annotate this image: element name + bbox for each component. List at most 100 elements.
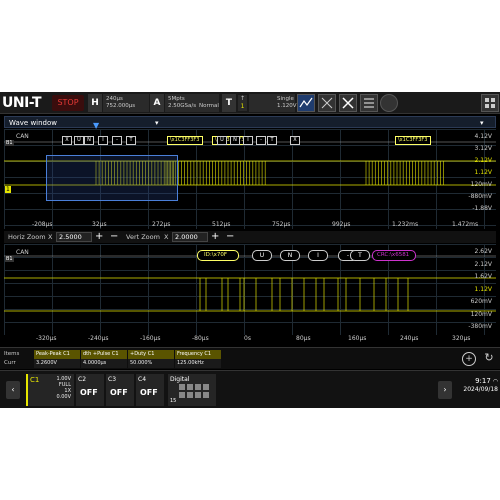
measurement-name: Frequency C1 [175, 350, 221, 359]
bus-char-frame: U [217, 136, 227, 145]
time-tick-label: 992µs [332, 221, 351, 228]
horiz-zoom-plus-button[interactable]: + [95, 231, 103, 243]
timebase-button[interactable]: H [88, 94, 102, 112]
acquire-button[interactable]: A [150, 94, 164, 112]
zoom-char-frame: T [350, 250, 370, 261]
clock-date: 2024/09/18 [463, 386, 498, 393]
channel-c2-box[interactable]: C2 OFF [76, 374, 104, 406]
zoom-volt-tick-label: 120mV [470, 310, 492, 318]
refresh-icon[interactable]: ↻ [482, 352, 496, 366]
zoom-region-box[interactable] [46, 155, 178, 201]
zoom-time-tick-label: -320µs [36, 335, 57, 342]
vert-zoom-minus-button[interactable]: − [226, 231, 234, 243]
measurement-value: 4.0000µs [81, 359, 127, 368]
digital-cell [195, 384, 201, 390]
bus-packet-label: \x1C3FF3F3 [167, 136, 203, 145]
digital-cell [179, 392, 185, 398]
cursor-tool-icon[interactable] [318, 94, 336, 112]
measurement-item[interactable]: Frequency C1 125.00kHz [175, 350, 221, 368]
zoom-time-tick-label: -240µs [88, 335, 109, 342]
channel-c1-box[interactable]: C1 1.00V FULL 1X 0.00V [26, 374, 74, 406]
measurement-name: dth +Pulse C1 [81, 350, 127, 359]
bus-char-frame: U [74, 136, 84, 145]
time-tick-label: 752µs [272, 221, 291, 228]
bus-char-frame: - [112, 136, 122, 145]
measurement-name: Peak-Peak C1 [34, 350, 80, 359]
zoom-time-tick-label: 160µs [348, 335, 367, 342]
measurement-item[interactable]: +Duty C1 50.000% [128, 350, 174, 368]
zoom-time-tick-label: 240µs [400, 335, 419, 342]
horiz-zoom-minus-button[interactable]: − [110, 231, 118, 243]
trigger-info[interactable]: Single 1.120V [249, 94, 297, 112]
measure-list-icon[interactable] [360, 94, 378, 112]
volt-tick-label: 2.12V [474, 157, 492, 164]
zoomed-waveform-area[interactable]: B1 CAN ID:\x70F U N I - T CRC:\x6581 2.62V 2.12… [4, 244, 496, 335]
trigger-position-icon: ▼ [93, 121, 100, 130]
zoom-volt-tick-label: 1.12V [474, 285, 492, 293]
horiz-zoom-label: Horiz Zoom [8, 233, 46, 241]
acquire-info[interactable]: 5Mpts 2.50GSa/s Normal [165, 94, 219, 112]
zoom-time-tick-label: 80µs [296, 335, 311, 342]
volt-tick-label: 1.12V [474, 169, 492, 176]
search-circle-icon[interactable] [380, 94, 398, 112]
measurement-value: 3.2600V [34, 359, 80, 368]
bottom-channel-bar: ‹ C1 1.00V FULL 1X 0.00V C2 OFF C3 OFF C… [0, 370, 500, 408]
zoom-char-frame: N [280, 250, 300, 261]
measurement-item[interactable]: dth +Pulse C1 4.0000µs [81, 350, 127, 368]
bus-tag: B1 [5, 140, 14, 146]
run-stop-button[interactable]: STOP [52, 95, 84, 111]
close-cross-icon[interactable] [339, 94, 357, 112]
brand-logo: UNI-T [2, 95, 42, 111]
digital-number: 15 [170, 398, 177, 404]
measurement-value: 50.000% [128, 359, 174, 368]
app-grid-icon[interactable] [481, 94, 499, 112]
bus-char-frame: T [267, 136, 277, 145]
c3-name: C3 [108, 376, 117, 383]
channel-c3-box[interactable]: C3 OFF [106, 374, 134, 406]
c2-name: C2 [78, 376, 87, 383]
vert-zoom-label: Vert Zoom [126, 233, 160, 241]
channel-c4-box[interactable]: C4 OFF [136, 374, 164, 406]
digital-box[interactable]: Digital 15 [168, 374, 216, 406]
measurement-row-labels: Items Curr [4, 350, 34, 368]
c1-offset: 0.00V [56, 394, 71, 400]
trigger-button[interactable]: T [222, 94, 236, 112]
trigger-source-channel: 1 [240, 103, 245, 110]
wave-window-title-bar[interactable]: Wave window ▾ ▾ [4, 116, 496, 128]
vert-zoom-plus-button[interactable]: + [211, 231, 219, 243]
zoom-tool-icon[interactable] [297, 94, 315, 112]
zoom-volt-tick-label: -380mV [468, 323, 492, 330]
zoom-volt-tick-label: 2.62V [474, 248, 492, 255]
bus-char-frame: I [98, 136, 108, 145]
volt-tick-label: 3.12V [474, 145, 492, 152]
add-measurement-icon[interactable]: + [462, 352, 476, 366]
c4-name: C4 [138, 376, 147, 383]
overview-waveform-area[interactable]: B1 CAN 1 ▼ \x1C3FF3F3\x1C3FF3F3\x1C3FF3F… [4, 121, 496, 229]
digital-grid-icon [179, 384, 209, 398]
timebase-offset: 752.000µs [106, 103, 136, 109]
c1-settings: 1.00V FULL 1X 0.00V [56, 376, 71, 400]
digital-cell [195, 392, 201, 398]
zoom-id-frame: ID:\x70F [197, 250, 239, 261]
trigger-level: 1.120V [277, 103, 297, 109]
expand-arrow-icon[interactable]: ▾ [480, 117, 484, 129]
time-tick-label: 272µs [152, 221, 171, 228]
scroll-right-icon[interactable]: › [438, 381, 452, 399]
zoom-char-frame: I [308, 250, 328, 261]
curr-label: Curr [4, 360, 16, 366]
timebase-info[interactable]: 240µs 752.000µs [103, 94, 149, 112]
time-tick-label: 1.472ms [452, 221, 479, 228]
bus-char-frame: T [126, 136, 136, 145]
trigger-source: ↑ 1 [238, 95, 247, 111]
collapse-arrow-icon[interactable]: ▾ [155, 117, 159, 129]
measurement-item[interactable]: Peak-Peak C1 3.2600V [34, 350, 80, 368]
wave-window-title: Wave window [9, 119, 57, 127]
digital-cell [179, 384, 185, 390]
scroll-left-icon[interactable]: ‹ [6, 381, 20, 399]
top-toolbar: UNI-T STOP H 240µs 752.000µs A 5Mpts 2.5… [0, 92, 500, 114]
digital-cell [187, 384, 193, 390]
horiz-zoom-input[interactable]: 2.5000 [56, 232, 92, 242]
zoom-volt-tick-label: 620mV [470, 298, 492, 305]
c3-state: OFF [110, 388, 128, 397]
vert-zoom-input[interactable]: 2.0000 [172, 232, 208, 242]
